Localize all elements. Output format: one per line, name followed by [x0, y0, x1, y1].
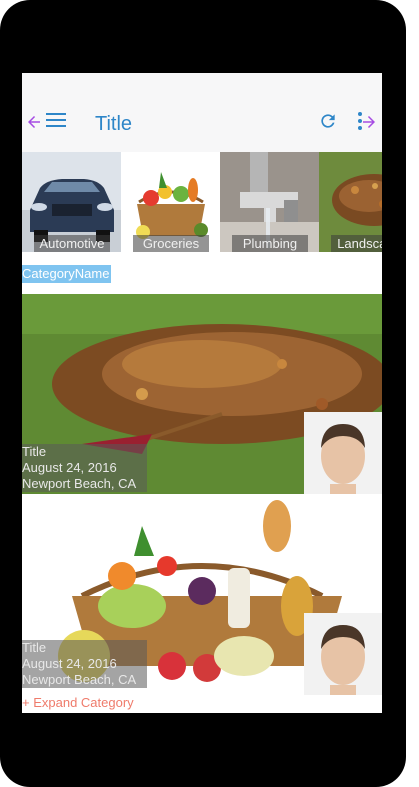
page-title: Title	[95, 113, 133, 135]
category-tile-automotive[interactable]: Automotive	[22, 152, 121, 252]
expand-category-link[interactable]: + Expand Category	[22, 695, 138, 710]
listing-card[interactable]: Title August 24, 2016 Newport Beach, CA	[22, 294, 382, 494]
card-location: Newport Beach, CA	[22, 476, 137, 491]
card-date: August 24, 2016	[22, 656, 117, 671]
avatar[interactable]	[304, 412, 382, 494]
avatar[interactable]	[304, 613, 382, 695]
app-screen: Title Automotive Groceries Plumbing Land…	[22, 73, 382, 713]
card-title: Title	[22, 444, 47, 459]
phone-frame: Title Automotive Groceries Plumbing Land…	[0, 0, 406, 787]
card-location: Newport Beach, CA	[22, 672, 137, 687]
card-meta: Title August 24, 2016 Newport Beach, CA	[22, 640, 147, 688]
arrow-right-icon[interactable]	[360, 113, 378, 131]
card-meta: Title August 24, 2016 Newport Beach, CA	[22, 444, 147, 492]
card-title: Title	[22, 640, 47, 655]
tile-label: Automotive	[34, 235, 110, 252]
tile-label: Landscape	[331, 235, 382, 252]
listing-card[interactable]: Title August 24, 2016 Newport Beach, CA	[22, 496, 382, 696]
category-tile-landscape[interactable]: Landscape	[319, 152, 382, 252]
hamburger-menu-icon[interactable]	[46, 113, 66, 129]
category-tile-plumbing[interactable]: Plumbing	[220, 152, 319, 252]
refresh-icon[interactable]	[318, 111, 338, 131]
category-carousel: Automotive Groceries Plumbing Landsc	[22, 152, 382, 252]
tile-label: Groceries	[133, 235, 209, 252]
card-date: August 24, 2016	[22, 460, 117, 475]
tile-label: Plumbing	[232, 235, 308, 252]
app-toolbar: Title	[22, 73, 382, 152]
category-tile-groceries[interactable]: Groceries	[121, 152, 220, 252]
category-name-label: CategoryName	[22, 265, 112, 283]
arrow-left-icon[interactable]	[25, 113, 43, 131]
